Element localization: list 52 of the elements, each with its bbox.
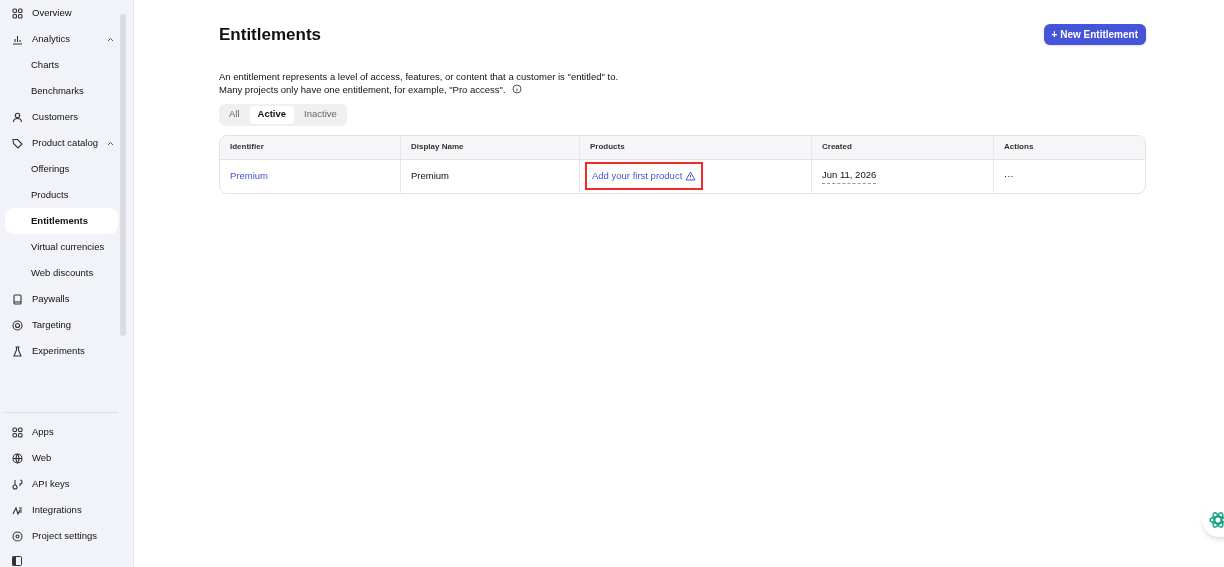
page-title: Entitlements bbox=[219, 24, 322, 46]
more-actions-button[interactable]: ··· bbox=[1004, 168, 1014, 184]
sidebar-subitem[interactable]: Entitlements bbox=[5, 208, 118, 234]
grid-icon bbox=[12, 7, 23, 19]
sidebar-item[interactable]: Integrations bbox=[5, 497, 118, 523]
person-icon bbox=[12, 111, 23, 123]
sidebar-item[interactable]: Product catalog bbox=[5, 130, 118, 156]
column-header: Products bbox=[590, 141, 625, 153]
chevron-up-icon[interactable] bbox=[107, 36, 114, 42]
sidebar-item[interactable]: Paywalls bbox=[5, 286, 118, 312]
sidebar-item[interactable]: Project settings bbox=[5, 523, 118, 549]
info-icon[interactable] bbox=[511, 84, 522, 94]
atom-icon bbox=[1209, 511, 1224, 529]
sidebar-toggle-icon[interactable] bbox=[12, 556, 22, 566]
target-icon bbox=[12, 319, 23, 331]
sidebar-subitem[interactable]: Benchmarks bbox=[5, 78, 118, 104]
sidebar-subitem[interactable]: Web discounts bbox=[5, 260, 118, 286]
filter-tab[interactable]: Inactive bbox=[296, 105, 345, 124]
add-product-link[interactable]: Add your first product bbox=[592, 168, 697, 184]
description-text: An entitlement represents a level of access, features, or content that a customer is "entitled" to. bbox=[219, 69, 620, 83]
table-cell-text: Premium bbox=[411, 168, 449, 183]
column-header: Display Name bbox=[411, 141, 464, 153]
sidebar-subitem[interactable]: Products bbox=[5, 182, 118, 208]
filter-tab[interactable]: Active bbox=[249, 105, 295, 124]
sidebar-item[interactable]: Customers bbox=[5, 104, 118, 130]
bar-chart-icon bbox=[12, 33, 23, 45]
tag-icon bbox=[12, 137, 23, 149]
sidebar-item[interactable]: Overview bbox=[5, 0, 118, 26]
sidebar-item[interactable]: Web bbox=[5, 445, 118, 471]
column-header: Actions bbox=[1004, 141, 1034, 153]
description-text: Many projects only have one entitlement, for example, "Pro access". bbox=[219, 82, 506, 96]
sidebar-item[interactable]: Apps bbox=[5, 419, 118, 445]
sidebar-item[interactable]: Analytics bbox=[5, 26, 118, 52]
entitlement-link[interactable]: Premium bbox=[230, 168, 268, 184]
settings-icon bbox=[12, 530, 23, 542]
sidebar-subitem[interactable]: Charts bbox=[5, 52, 118, 78]
sidebar-item[interactable]: API keys bbox=[5, 471, 118, 497]
key-icon bbox=[12, 478, 23, 490]
sidebar-subitem[interactable]: Offerings bbox=[5, 156, 118, 182]
flask-icon bbox=[12, 345, 23, 357]
new-entitlement-button[interactable]: + New Entitlement bbox=[1043, 24, 1146, 46]
chevron-up-icon[interactable] bbox=[107, 140, 114, 146]
grid-icon bbox=[12, 426, 23, 438]
column-header: Identifier bbox=[230, 141, 264, 153]
sidebar-item[interactable]: Experiments bbox=[5, 338, 118, 364]
globe-icon bbox=[12, 452, 23, 464]
device-icon bbox=[12, 293, 23, 305]
column-header: Created bbox=[822, 141, 852, 153]
date-cell: Jun 11, 2026 bbox=[822, 168, 877, 184]
sidebar-subitem[interactable]: Virtual currencies bbox=[5, 234, 118, 260]
filter-tab[interactable]: All bbox=[221, 105, 248, 124]
sidebar-item[interactable]: Targeting bbox=[5, 312, 118, 338]
